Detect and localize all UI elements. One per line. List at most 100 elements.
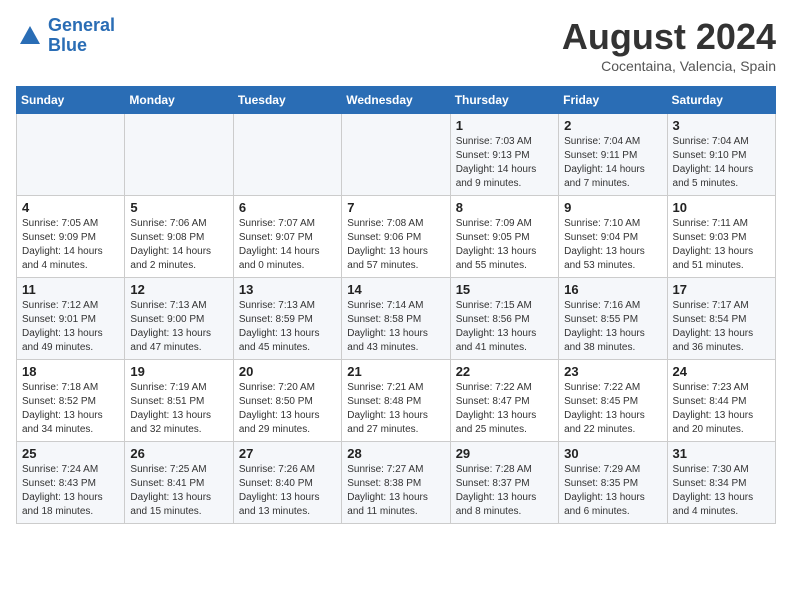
day-number: 16 (564, 282, 661, 297)
day-info: Sunrise: 7:13 AM Sunset: 9:00 PM Dayligh… (130, 299, 227, 355)
calendar-cell: 3 Sunrise: 7:04 AM Sunset: 9:10 PM Daylig… (667, 114, 775, 196)
calendar-cell: 4 Sunrise: 7:05 AM Sunset: 9:09 PM Daylig… (17, 196, 125, 278)
day-info: Sunrise: 7:28 AM Sunset: 8:37 PM Dayligh… (456, 463, 553, 519)
day-info: Sunrise: 7:06 AM Sunset: 9:08 PM Dayligh… (130, 217, 227, 273)
day-number: 24 (673, 364, 770, 379)
day-info: Sunrise: 7:04 AM Sunset: 9:10 PM Dayligh… (673, 135, 770, 191)
day-info: Sunrise: 7:10 AM Sunset: 9:04 PM Dayligh… (564, 217, 661, 273)
day-info: Sunrise: 7:14 AM Sunset: 8:58 PM Dayligh… (347, 299, 444, 355)
calendar-cell: 22 Sunrise: 7:22 AM Sunset: 8:47 PM Dayli… (450, 360, 558, 442)
day-info: Sunrise: 7:09 AM Sunset: 9:05 PM Dayligh… (456, 217, 553, 273)
day-number: 2 (564, 118, 661, 133)
day-info: Sunrise: 7:22 AM Sunset: 8:45 PM Dayligh… (564, 381, 661, 437)
week-row-5: 25Sunrise: 7:24 AM Sunset: 8:43 PM Dayli… (17, 442, 776, 524)
day-number: 20 (239, 364, 336, 379)
day-number: 6 (239, 200, 336, 215)
calendar-cell: 17Sunrise: 7:17 AM Sunset: 8:54 PM Dayli… (667, 278, 775, 360)
header: General Blue August 2024 Cocentaina, Val… (16, 16, 776, 74)
calendar-cell (342, 114, 450, 196)
day-info: Sunrise: 7:23 AM Sunset: 8:44 PM Dayligh… (673, 381, 770, 437)
logo: General Blue (16, 16, 115, 56)
weekday-header-monday: Monday (125, 87, 233, 114)
day-info: Sunrise: 7:16 AM Sunset: 8:55 PM Dayligh… (564, 299, 661, 355)
day-number: 9 (564, 200, 661, 215)
day-number: 25 (22, 446, 119, 461)
calendar-cell (125, 114, 233, 196)
calendar-cell: 15 Sunrise: 7:15 AM Sunset: 8:56 PM Dayli… (450, 278, 558, 360)
day-number: 14 (347, 282, 444, 297)
calendar-cell: 20 Sunrise: 7:20 AM Sunset: 8:50 PM Dayli… (233, 360, 341, 442)
day-info: Sunrise: 7:15 AM Sunset: 8:56 PM Dayligh… (456, 299, 553, 355)
calendar-cell: 27Sunrise: 7:26 AM Sunset: 8:40 PM Dayli… (233, 442, 341, 524)
weekday-header-sunday: Sunday (17, 87, 125, 114)
calendar-cell: 21Sunrise: 7:21 AM Sunset: 8:48 PM Dayli… (342, 360, 450, 442)
calendar-cell: 25Sunrise: 7:24 AM Sunset: 8:43 PM Dayli… (17, 442, 125, 524)
calendar-cell: 31 Sunrise: 7:30 AM Sunset: 8:34 PM Dayli… (667, 442, 775, 524)
day-number: 3 (673, 118, 770, 133)
day-info: Sunrise: 7:08 AM Sunset: 9:06 PM Dayligh… (347, 217, 444, 273)
calendar-cell: 29 Sunrise: 7:28 AM Sunset: 8:37 PM Dayli… (450, 442, 558, 524)
day-number: 18 (22, 364, 119, 379)
calendar-cell: 28 Sunrise: 7:27 AM Sunset: 8:38 PM Dayli… (342, 442, 450, 524)
calendar-cell: 2Sunrise: 7:04 AM Sunset: 9:11 PM Daylig… (559, 114, 667, 196)
calendar-cell: 11Sunrise: 7:12 AM Sunset: 9:01 PM Dayli… (17, 278, 125, 360)
day-info: Sunrise: 7:05 AM Sunset: 9:09 PM Dayligh… (22, 217, 119, 273)
calendar-cell: 23Sunrise: 7:22 AM Sunset: 8:45 PM Dayli… (559, 360, 667, 442)
week-row-2: 4 Sunrise: 7:05 AM Sunset: 9:09 PM Daylig… (17, 196, 776, 278)
day-number: 10 (673, 200, 770, 215)
calendar-table: SundayMondayTuesdayWednesdayThursdayFrid… (16, 86, 776, 524)
day-number: 11 (22, 282, 119, 297)
day-info: Sunrise: 7:29 AM Sunset: 8:35 PM Dayligh… (564, 463, 661, 519)
day-number: 1 (456, 118, 553, 133)
calendar-cell: 18 Sunrise: 7:18 AM Sunset: 8:52 PM Dayli… (17, 360, 125, 442)
subtitle: Cocentaina, Valencia, Spain (562, 58, 776, 74)
calendar-cell: 14 Sunrise: 7:14 AM Sunset: 8:58 PM Dayli… (342, 278, 450, 360)
calendar-cell: 13Sunrise: 7:13 AM Sunset: 8:59 PM Dayli… (233, 278, 341, 360)
day-number: 15 (456, 282, 553, 297)
week-row-3: 11Sunrise: 7:12 AM Sunset: 9:01 PM Dayli… (17, 278, 776, 360)
day-number: 8 (456, 200, 553, 215)
day-number: 31 (673, 446, 770, 461)
logo-line2: Blue (48, 35, 87, 55)
calendar-cell (233, 114, 341, 196)
calendar-cell: 19 Sunrise: 7:19 AM Sunset: 8:51 PM Dayli… (125, 360, 233, 442)
calendar-cell: 30 Sunrise: 7:29 AM Sunset: 8:35 PM Dayli… (559, 442, 667, 524)
calendar-cell: 5Sunrise: 7:06 AM Sunset: 9:08 PM Daylig… (125, 196, 233, 278)
day-number: 29 (456, 446, 553, 461)
calendar-header: SundayMondayTuesdayWednesdayThursdayFrid… (17, 87, 776, 114)
logo-line1: General (48, 15, 115, 35)
calendar-cell: 26Sunrise: 7:25 AM Sunset: 8:41 PM Dayli… (125, 442, 233, 524)
day-info: Sunrise: 7:27 AM Sunset: 8:38 PM Dayligh… (347, 463, 444, 519)
calendar-cell: 12 Sunrise: 7:13 AM Sunset: 9:00 PM Dayli… (125, 278, 233, 360)
day-number: 4 (22, 200, 119, 215)
weekday-header-saturday: Saturday (667, 87, 775, 114)
day-info: Sunrise: 7:07 AM Sunset: 9:07 PM Dayligh… (239, 217, 336, 273)
day-info: Sunrise: 7:19 AM Sunset: 8:51 PM Dayligh… (130, 381, 227, 437)
day-info: Sunrise: 7:21 AM Sunset: 8:48 PM Dayligh… (347, 381, 444, 437)
day-number: 22 (456, 364, 553, 379)
day-info: Sunrise: 7:11 AM Sunset: 9:03 PM Dayligh… (673, 217, 770, 273)
weekday-header-thursday: Thursday (450, 87, 558, 114)
main-title: August 2024 (562, 16, 776, 58)
calendar-cell: 16 Sunrise: 7:16 AM Sunset: 8:55 PM Dayli… (559, 278, 667, 360)
day-info: Sunrise: 7:20 AM Sunset: 8:50 PM Dayligh… (239, 381, 336, 437)
weekday-row: SundayMondayTuesdayWednesdayThursdayFrid… (17, 87, 776, 114)
day-info: Sunrise: 7:25 AM Sunset: 8:41 PM Dayligh… (130, 463, 227, 519)
calendar-cell: 1Sunrise: 7:03 AM Sunset: 9:13 PM Daylig… (450, 114, 558, 196)
week-row-4: 18 Sunrise: 7:18 AM Sunset: 8:52 PM Dayli… (17, 360, 776, 442)
day-info: Sunrise: 7:18 AM Sunset: 8:52 PM Dayligh… (22, 381, 119, 437)
day-number: 12 (130, 282, 227, 297)
day-number: 13 (239, 282, 336, 297)
calendar-cell: 24 Sunrise: 7:23 AM Sunset: 8:44 PM Dayli… (667, 360, 775, 442)
day-info: Sunrise: 7:30 AM Sunset: 8:34 PM Dayligh… (673, 463, 770, 519)
calendar-cell: 6 Sunrise: 7:07 AM Sunset: 9:07 PM Daylig… (233, 196, 341, 278)
day-info: Sunrise: 7:22 AM Sunset: 8:47 PM Dayligh… (456, 381, 553, 437)
calendar-body: 1Sunrise: 7:03 AM Sunset: 9:13 PM Daylig… (17, 114, 776, 524)
week-row-1: 1Sunrise: 7:03 AM Sunset: 9:13 PM Daylig… (17, 114, 776, 196)
weekday-header-tuesday: Tuesday (233, 87, 341, 114)
day-number: 19 (130, 364, 227, 379)
day-number: 28 (347, 446, 444, 461)
weekday-header-friday: Friday (559, 87, 667, 114)
calendar-cell: 8 Sunrise: 7:09 AM Sunset: 9:05 PM Daylig… (450, 196, 558, 278)
day-number: 30 (564, 446, 661, 461)
